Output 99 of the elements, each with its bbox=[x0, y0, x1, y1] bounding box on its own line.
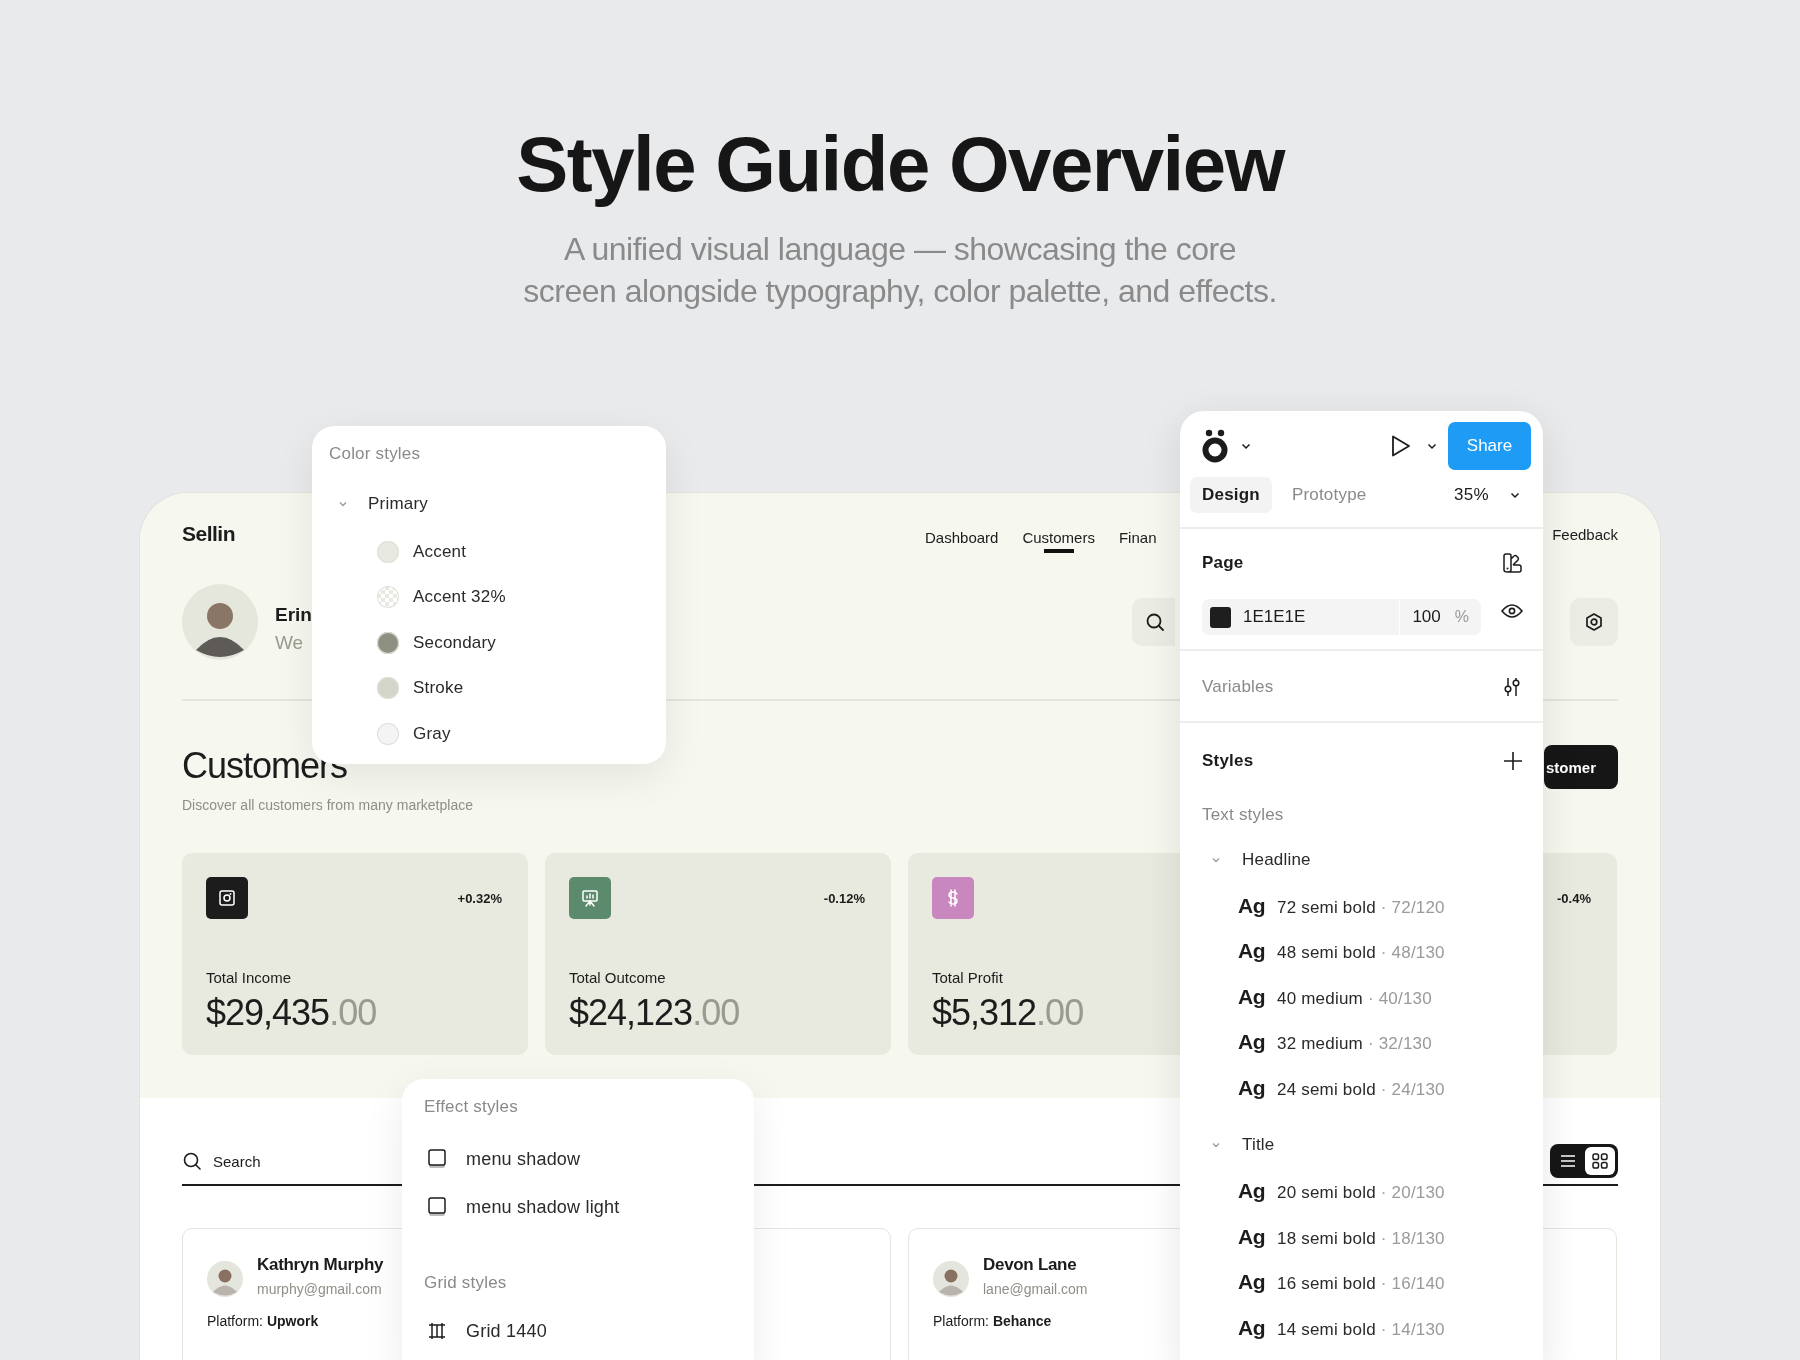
section-heading: Styles bbox=[1202, 751, 1254, 771]
avatar bbox=[207, 1261, 243, 1297]
text-style-name[interactable]: 32 medium bbox=[1277, 1021, 1363, 1067]
color-style-name[interactable]: Gray bbox=[413, 723, 451, 744]
text-style-spec: · 20/130 bbox=[1380, 1181, 1445, 1204]
text-style-name[interactable]: 72 semi bold bbox=[1277, 884, 1376, 931]
picture-frame-icon bbox=[217, 888, 237, 908]
settings-button[interactable] bbox=[1570, 598, 1618, 646]
color-style-name[interactable]: Stroke bbox=[413, 678, 464, 699]
user-name: Erin bbox=[275, 604, 312, 626]
panel-heading: Color styles bbox=[329, 444, 422, 464]
opacity-value: 100 bbox=[1399, 599, 1441, 635]
nav-link[interactable]: Dashboard bbox=[925, 515, 999, 553]
hex-value: 1E1E1E bbox=[1243, 607, 1307, 627]
search-button[interactable] bbox=[1132, 598, 1175, 646]
shadow-square-icon bbox=[428, 1197, 446, 1217]
text-style-spec: · 24/130 bbox=[1380, 1078, 1445, 1101]
swatch-book-icon[interactable] bbox=[1501, 552, 1523, 574]
font-sample: Ag bbox=[1238, 1314, 1265, 1341]
stat-label: Total Outcome bbox=[569, 969, 667, 986]
page-title: Style Guide Overview bbox=[516, 122, 1284, 206]
change-percent: +0.32% bbox=[457, 890, 502, 906]
font-sample: Ag bbox=[1238, 1223, 1265, 1250]
text-style-name[interactable]: 18 semi bold bbox=[1277, 1215, 1376, 1262]
grid-style-name[interactable]: Grid 1440 bbox=[466, 1320, 547, 1342]
font-sample: Ag bbox=[1238, 983, 1265, 1010]
settings-icon bbox=[1584, 612, 1604, 632]
color-swatch bbox=[1210, 606, 1231, 628]
font-sample: Ag bbox=[1238, 1269, 1265, 1296]
stat-amount: $29,435.00 bbox=[206, 992, 378, 1034]
stat-label: Total Income bbox=[206, 969, 293, 986]
panel-tab[interactable]: Prototype bbox=[1279, 477, 1379, 513]
avatar bbox=[933, 1261, 969, 1297]
page-subtitle: A unified visual language — showcasing the core screen alongside typography, color palette, and effects. bbox=[522, 230, 1278, 311]
presentation-board-icon bbox=[580, 888, 600, 908]
section-title: Customers bbox=[182, 744, 349, 788]
text-style-name[interactable]: 20 semi bold bbox=[1277, 1169, 1376, 1216]
text-style-spec: · 48/130 bbox=[1380, 942, 1445, 965]
color-style-name[interactable]: Accent bbox=[413, 541, 467, 562]
add-customer-button[interactable]: stomer bbox=[1544, 745, 1618, 789]
change-percent: -0.4% bbox=[1557, 890, 1591, 906]
section-heading: Page bbox=[1202, 553, 1244, 573]
text-style-spec: · 16/140 bbox=[1380, 1273, 1445, 1296]
color-style-name[interactable]: Secondary bbox=[413, 632, 497, 653]
grid-columns-icon bbox=[428, 1322, 446, 1340]
eye-icon[interactable] bbox=[1501, 603, 1523, 619]
fill-color-field[interactable]: 1E1E1E 100 % bbox=[1202, 599, 1481, 635]
play-icon[interactable] bbox=[1390, 434, 1412, 458]
effect-style-name[interactable]: menu shadow bbox=[466, 1148, 581, 1170]
text-style-spec: · 14/130 bbox=[1380, 1318, 1445, 1341]
subsection-heading: Text styles bbox=[1202, 805, 1285, 825]
customer-name: Devon Lane bbox=[983, 1255, 1078, 1275]
platform-text: Platform: Upwork bbox=[207, 1313, 320, 1329]
text-style-name[interactable]: 48 semi bold bbox=[1277, 930, 1376, 976]
text-style-spec: · 18/130 bbox=[1380, 1227, 1445, 1250]
text-style-spec: · 72/120 bbox=[1380, 896, 1445, 919]
stat-label: Total Profit bbox=[932, 969, 1004, 986]
section-heading: Variables bbox=[1202, 677, 1274, 697]
font-sample: Ag bbox=[1238, 892, 1265, 919]
search-icon bbox=[1145, 612, 1165, 632]
font-sample: Ag bbox=[1238, 938, 1265, 965]
text-style-spec: · 40/130 bbox=[1367, 987, 1432, 1010]
grid-icon bbox=[1592, 1153, 1608, 1169]
text-style-spec: · 32/130 bbox=[1367, 1033, 1432, 1056]
section-subtitle: Discover all customers from many marketplace bbox=[182, 797, 473, 813]
customer-email: murphy@gmail.com bbox=[257, 1281, 383, 1297]
group-name: Headline bbox=[1242, 849, 1311, 870]
change-percent: -0.12% bbox=[823, 890, 865, 906]
group-name: Primary bbox=[368, 494, 428, 514]
stat-amount: $5,312.00 bbox=[932, 992, 1085, 1034]
font-sample: Ag bbox=[1238, 1177, 1265, 1204]
greeting-text: We bbox=[275, 632, 305, 654]
zoom-level[interactable]: 35% bbox=[1454, 485, 1489, 505]
feedback-link[interactable]: Feedback bbox=[1552, 525, 1618, 543]
font-sample: Ag bbox=[1238, 1074, 1265, 1101]
text-style-name[interactable]: 16 semi bold bbox=[1277, 1261, 1376, 1307]
group-name: Title bbox=[1242, 1135, 1275, 1156]
platform-text: Platform: Behance bbox=[933, 1313, 1053, 1329]
effect-style-name[interactable]: menu shadow light bbox=[466, 1196, 620, 1218]
stat-amount: $24,123.00 bbox=[569, 992, 741, 1034]
shadow-square-icon bbox=[428, 1149, 446, 1169]
brand-name: Sellin bbox=[182, 522, 236, 546]
customer-email: lane@gmail.com bbox=[983, 1281, 1088, 1297]
font-sample: Ag bbox=[1238, 1029, 1265, 1056]
panel-tab[interactable]: Design bbox=[1190, 477, 1272, 513]
text-style-name[interactable]: 14 semi bold bbox=[1277, 1306, 1376, 1353]
nav-link[interactable]: Finan bbox=[1118, 515, 1157, 553]
grid-view-button[interactable] bbox=[1585, 1147, 1615, 1175]
text-style-name[interactable]: 24 semi bold bbox=[1277, 1066, 1376, 1113]
list-icon bbox=[1560, 1154, 1576, 1168]
logo-icon bbox=[1200, 429, 1230, 463]
percent-unit: % bbox=[1454, 608, 1469, 626]
color-style-name[interactable]: Accent 32% bbox=[413, 587, 506, 608]
panel-heading: Grid styles bbox=[424, 1273, 508, 1293]
panel-heading: Effect styles bbox=[424, 1097, 519, 1117]
text-style-name[interactable]: 40 medium bbox=[1277, 975, 1363, 1022]
plus-icon[interactable] bbox=[1503, 751, 1523, 771]
search-icon bbox=[182, 1151, 202, 1171]
customer-name: Kathryn Murphy bbox=[257, 1255, 384, 1275]
